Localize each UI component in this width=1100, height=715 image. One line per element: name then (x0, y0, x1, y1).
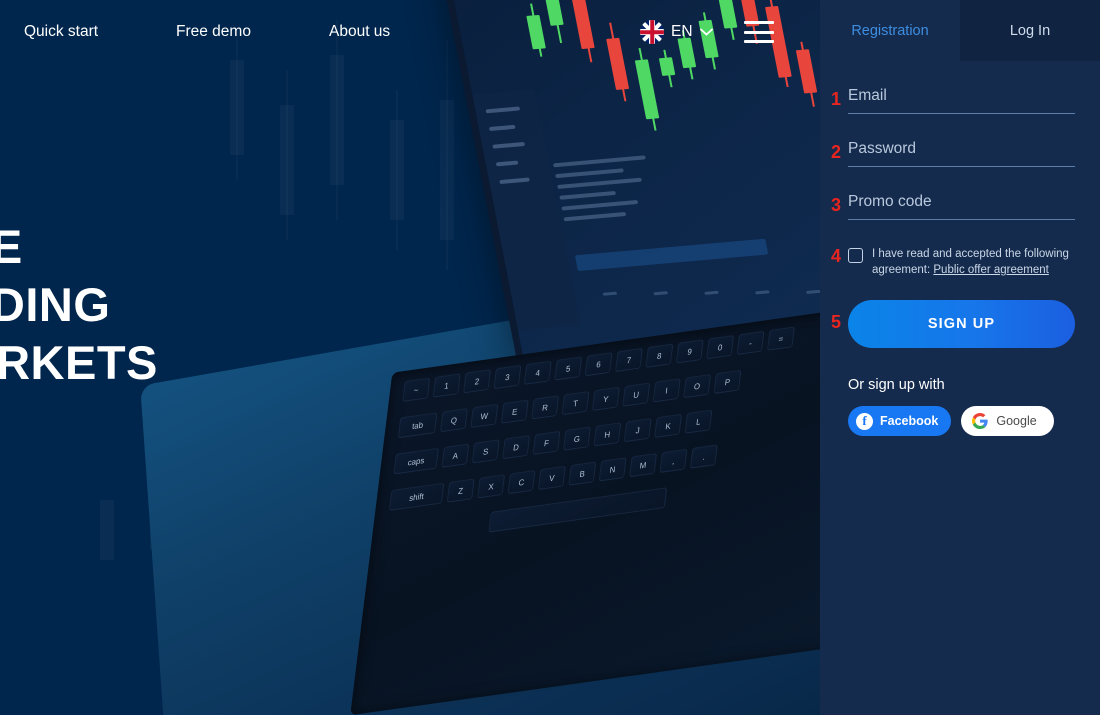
annotation-marker-4: 4 (831, 246, 842, 266)
google-login-button[interactable]: Google (961, 406, 1054, 436)
promo-code-input[interactable] (848, 193, 1075, 220)
hamburger-menu-icon[interactable] (744, 21, 774, 43)
sign-up-button[interactable]: SIGN UP (848, 300, 1075, 348)
password-field-row: 2 (831, 140, 1075, 167)
annotation-marker-5: 5 (831, 312, 842, 332)
agreement-text: I have read and accepted the following a… (872, 246, 1075, 278)
annotation-marker-2: 2 (831, 142, 842, 162)
agreement-checkbox[interactable] (848, 248, 863, 263)
email-input[interactable] (848, 87, 1075, 114)
top-navigation: Quick start Free demo About us EN (0, 0, 820, 63)
password-input[interactable] (848, 140, 1075, 167)
email-field-row: 1 (831, 87, 1075, 114)
auth-tabs: Registration Log In (820, 0, 1100, 61)
signup-row: 5 SIGN UP (831, 300, 1075, 348)
social-login-row: f Facebook Google (848, 406, 1075, 436)
laptop-photo: ~ 1 2 3 4 5 6 7 8 9 0 - = tab Q W E R T … (140, 0, 820, 715)
facebook-icon: f (856, 412, 873, 430)
headline-line: MARKETS (0, 336, 158, 389)
facebook-login-button[interactable]: f Facebook (848, 406, 952, 436)
headline-line: RADING (0, 278, 111, 331)
headline-line: ACE (0, 220, 23, 273)
hero-section: ~ 1 2 3 4 5 6 7 8 9 0 - = tab Q W E R T … (0, 0, 820, 715)
annotation-marker-3: 3 (831, 195, 842, 215)
public-offer-agreement-link[interactable]: Public offer agreement (933, 264, 1049, 276)
tab-login[interactable]: Log In (960, 0, 1100, 61)
language-label: EN (671, 23, 693, 40)
nav-about-us[interactable]: About us (329, 23, 390, 41)
or-sign-up-with-label: Or sign up with (848, 377, 945, 393)
registration-form: 1 2 3 4 I have read and accepted the fol… (820, 61, 1100, 436)
uk-flag-icon (640, 20, 664, 44)
tab-registration[interactable]: Registration (820, 0, 960, 61)
agreement-row: 4 I have read and accepted the following… (831, 246, 1075, 278)
chevron-down-icon (699, 28, 713, 36)
google-icon (972, 413, 989, 429)
google-label: Google (996, 414, 1037, 428)
page-title: ACE RADINGMARKETS (0, 218, 158, 392)
nav-quick-start[interactable]: Quick start (24, 23, 98, 41)
promo-field-row: 3 (831, 193, 1075, 220)
annotation-marker-1: 1 (831, 89, 842, 109)
auth-panel: Registration Log In 1 2 3 4 I have read … (820, 0, 1100, 715)
nav-free-demo[interactable]: Free demo (176, 23, 251, 41)
language-selector[interactable]: EN (640, 20, 713, 44)
facebook-label: Facebook (880, 414, 939, 428)
